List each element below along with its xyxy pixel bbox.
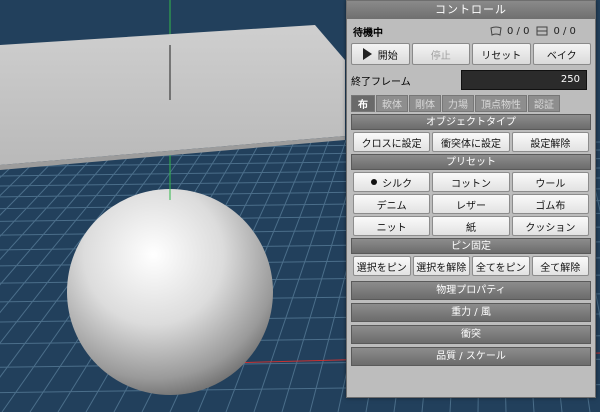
tab-softbody[interactable]: 軟体 [376, 95, 408, 112]
sim-controls: 開始 停止 リセット ベイク [347, 43, 595, 65]
start-label: 開始 [377, 50, 398, 62]
preset-silk-label: シルク [382, 178, 413, 190]
collider-count-value: 0 / 0 [553, 25, 576, 37]
tab-auth[interactable]: 認証 [528, 95, 560, 112]
tab-forcefield[interactable]: 力場 [442, 95, 474, 112]
stop-button[interactable]: 停止 [411, 43, 470, 65]
tab-content: オブジェクトタイプ クロスに設定 衝突体に設定 設定解除 プリセット シルク コ… [351, 114, 591, 366]
clear-setting-button[interactable]: 設定解除 [511, 132, 589, 152]
status-row: 待機中 0 / 0 0 / 0 [347, 19, 595, 43]
status-text: 待機中 [353, 27, 383, 39]
end-frame-input[interactable]: 250 [461, 70, 587, 90]
collider-sphere[interactable] [67, 189, 273, 395]
control-panel: コントロール 待機中 0 / 0 0 / 0 開始 停止 リセット ベイク 終了… [346, 0, 596, 398]
section-collision[interactable]: 衝突 [351, 325, 591, 344]
set-collider-button[interactable]: 衝突体に設定 [432, 132, 510, 152]
object-type-buttons: クロスに設定 衝突体に設定 設定解除 [351, 130, 591, 154]
preset-cotton[interactable]: コットン [432, 172, 510, 192]
object-type-header: オブジェクトタイプ [351, 114, 591, 130]
unpin-selected-button[interactable]: 選択を解除 [412, 256, 470, 276]
preset-rubber[interactable]: ゴム布 [511, 194, 589, 214]
cloth-count-icon [489, 25, 503, 37]
set-cloth-button[interactable]: クロスに設定 [353, 132, 431, 152]
panel-title: コントロール [347, 1, 595, 19]
presets-header: プリセット [351, 154, 591, 170]
collider-count-icon [535, 25, 549, 37]
section-physics-properties[interactable]: 物理プロパティ [351, 281, 591, 300]
tab-rigidbody[interactable]: 剛体 [409, 95, 441, 112]
tab-vertex-properties[interactable]: 頂点物性 [475, 95, 527, 112]
cloth-count: 0 / 0 [489, 25, 529, 37]
preset-knit[interactable]: ニット [353, 216, 431, 236]
preset-paper[interactable]: 紙 [432, 216, 510, 236]
section-quality-scale[interactable]: 品質 / スケール [351, 347, 591, 366]
preset-wool[interactable]: ウール [511, 172, 589, 192]
preset-leather[interactable]: レザー [432, 194, 510, 214]
preset-buttons: シルク コットン ウール デニム レザー ゴム布 ニット 紙 クッション [351, 170, 591, 238]
preset-cushion[interactable]: クッション [511, 216, 589, 236]
start-button[interactable]: 開始 [351, 43, 410, 65]
collider-count: 0 / 0 [535, 25, 576, 37]
selected-dot-icon [371, 179, 378, 185]
preset-denim[interactable]: デニム [353, 194, 431, 214]
section-gravity-wind[interactable]: 重力 / 風 [351, 303, 591, 322]
unpin-all-button[interactable]: 全て解除 [531, 256, 589, 276]
tab-cloth[interactable]: 布 [351, 95, 375, 112]
pin-header: ピン固定 [351, 238, 591, 254]
preset-silk[interactable]: シルク [353, 172, 431, 192]
end-frame-row: 終了フレーム 250 [347, 68, 595, 92]
bake-button[interactable]: ベイク [532, 43, 591, 65]
tab-bar: 布 軟体 剛体 力場 頂点物性 認証 [347, 95, 595, 112]
pin-all-button[interactable]: 全てをピン [472, 256, 530, 276]
cloth-count-value: 0 / 0 [507, 25, 530, 37]
pin-buttons: 選択をピン 選択を解除 全てをピン 全て解除 [351, 254, 591, 278]
pin-selected-button[interactable]: 選択をピン [353, 256, 411, 276]
end-frame-label: 終了フレーム [351, 76, 411, 88]
play-icon [362, 48, 372, 60]
reset-button[interactable]: リセット [472, 43, 531, 65]
